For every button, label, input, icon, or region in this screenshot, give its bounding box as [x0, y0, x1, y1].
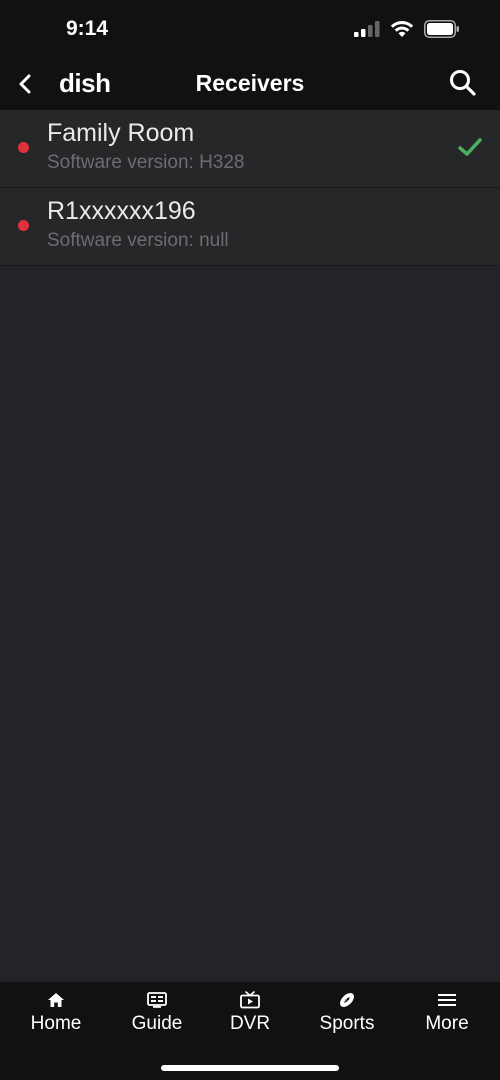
search-button[interactable] — [448, 68, 478, 98]
menu-icon — [438, 994, 456, 1006]
status-dot — [18, 220, 29, 231]
page-title: Receivers — [195, 70, 305, 96]
status-time: 9:14 — [66, 17, 109, 40]
tab-label: More — [425, 1013, 469, 1034]
battery-icon — [424, 20, 459, 38]
receiver-software-version: Software version: H328 — [47, 152, 245, 173]
status-bar: 9:14 — [0, 0, 500, 58]
tab-label: Home — [30, 1013, 82, 1034]
wifi-icon — [390, 21, 414, 37]
home-icon — [48, 993, 64, 1007]
status-dot — [18, 142, 29, 153]
receiver-name: R1xxxxxx196 — [47, 197, 196, 225]
nav-bar: dish Receivers — [0, 58, 500, 110]
football-icon — [340, 993, 354, 1007]
tab-dvr[interactable]: DVR — [205, 990, 295, 1035]
tab-guide[interactable]: Guide — [112, 990, 202, 1035]
tab-sports[interactable]: Sports — [302, 990, 392, 1035]
tab-label: DVR — [229, 1013, 271, 1034]
dvr-icon — [240, 991, 260, 1009]
check-icon — [458, 138, 482, 156]
receiver-row-r1xxxxxx196[interactable]: R1xxxxxx196 Software version: null — [0, 188, 500, 266]
tab-bar: Home Guide DVR Sports More — [0, 982, 500, 1080]
tab-label: Guide — [131, 1013, 183, 1034]
receiver-list: Family Room Software version: H328 R1xxx… — [0, 110, 500, 266]
receivers-screen: 9:14 dish Receivers Family Room Software… — [0, 0, 500, 1080]
signal-icon — [354, 21, 380, 37]
search-icon — [450, 70, 476, 96]
tab-label: Sports — [319, 1013, 375, 1034]
receiver-software-version: Software version: null — [47, 230, 229, 251]
home-indicator — [161, 1065, 339, 1071]
tab-home[interactable]: Home — [11, 990, 101, 1035]
guide-icon — [147, 992, 167, 1008]
receiver-name: Family Room — [47, 119, 195, 147]
receiver-row-family-room[interactable]: Family Room Software version: H328 — [0, 110, 500, 188]
status-icons — [354, 20, 460, 38]
tab-more[interactable]: More — [402, 990, 492, 1035]
